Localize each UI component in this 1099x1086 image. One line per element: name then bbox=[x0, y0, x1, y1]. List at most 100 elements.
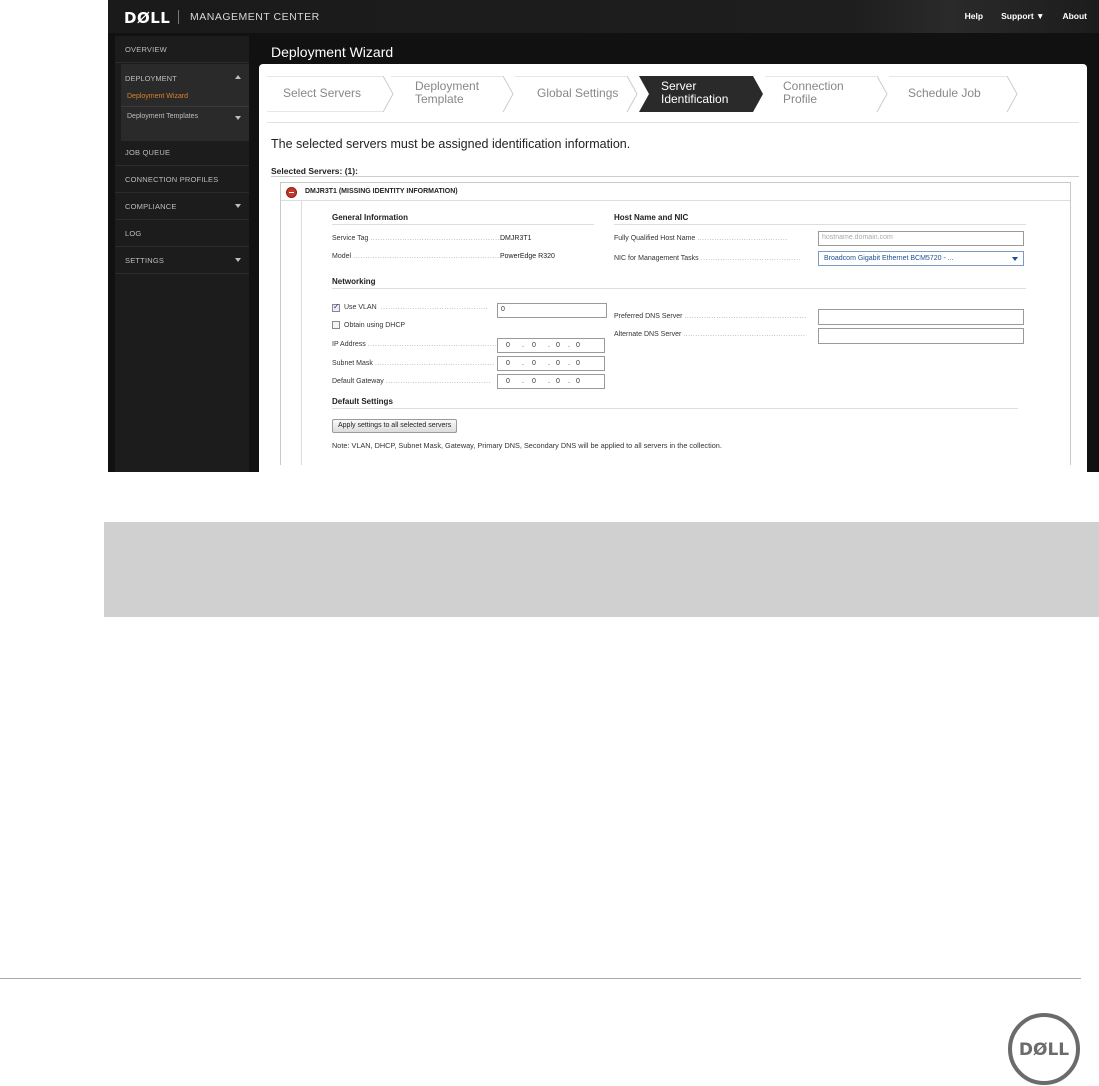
use-vlan-label: Use VLAN ...............................… bbox=[344, 304, 488, 311]
label-text: Default Gateway bbox=[332, 378, 384, 385]
chevron-down-icon bbox=[1012, 257, 1018, 261]
about-link[interactable]: About bbox=[1062, 11, 1087, 21]
ip-octet: 0 bbox=[532, 342, 536, 349]
vlan-input[interactable]: 0 bbox=[497, 303, 607, 318]
ip-octet: 0 bbox=[532, 378, 536, 385]
step-label: Select Servers bbox=[283, 86, 362, 100]
dhcp-checkbox[interactable] bbox=[332, 321, 340, 329]
divider bbox=[332, 224, 594, 225]
apply-settings-button[interactable]: Apply settings to all selected servers bbox=[332, 419, 458, 433]
steps-divider bbox=[267, 122, 1079, 123]
service-tag-label: Service Tag ............................… bbox=[332, 235, 507, 242]
ip-octet: 0 bbox=[576, 360, 580, 367]
ip-octet: 0 bbox=[506, 360, 510, 367]
sidebar-item-label: COMPLIANCE bbox=[125, 202, 177, 211]
collapse-icon[interactable] bbox=[286, 187, 297, 198]
sidebar-item-label: OVERVIEW bbox=[125, 45, 167, 54]
dhcp-label: Obtain using DHCP bbox=[344, 322, 406, 329]
preferred-dns-label: Preferred DNS Server ...................… bbox=[614, 313, 807, 320]
chevron-down-icon bbox=[235, 204, 241, 208]
subnet-mask-label: Subnet Mask ............................… bbox=[332, 360, 495, 367]
leader-dots: ........................................… bbox=[374, 360, 495, 367]
nic-label: NIC for Management Tasks ...............… bbox=[614, 255, 801, 262]
gray-band bbox=[104, 522, 1099, 617]
ip-dot: . bbox=[548, 342, 550, 349]
chevron-down-icon bbox=[235, 258, 241, 262]
sidebar-item-label: CONNECTION PROFILES bbox=[125, 175, 219, 184]
sidebar-item-compliance[interactable]: COMPLIANCE bbox=[115, 193, 249, 220]
label-text: Model bbox=[332, 253, 352, 260]
step-connection-profile[interactable]: Connection Profile bbox=[765, 76, 889, 112]
step-server-identification[interactable]: Server Identification bbox=[639, 76, 765, 112]
sidebar-item-deployment-templates[interactable]: Deployment Templates bbox=[121, 108, 249, 128]
ip-octet: 0 bbox=[556, 342, 560, 349]
sidebar-item-label: DEPLOYMENT bbox=[125, 74, 177, 83]
general-info-heading: General Information bbox=[332, 213, 409, 222]
step-label-line2: Template bbox=[415, 92, 464, 106]
leader-dots: ........................................… bbox=[380, 304, 489, 311]
sidebar-item-job-queue[interactable]: JOB QUEUE bbox=[115, 139, 249, 166]
sidebar-item-settings[interactable]: SETTINGS bbox=[115, 247, 249, 274]
server-panel-header[interactable]: DMJR3T1 (MISSING IDENTITY INFORMATION) bbox=[281, 183, 1070, 201]
service-tag-value: DMJR3T1 bbox=[500, 235, 532, 242]
sidebar-item-label: JOB QUEUE bbox=[125, 148, 171, 157]
leader-dots: ........................................… bbox=[353, 253, 508, 260]
sidebar-item-label: SETTINGS bbox=[125, 256, 165, 265]
dell-logo-icon: DØLL bbox=[1008, 1013, 1080, 1085]
sidebar-item-label: Deployment Templates bbox=[127, 113, 199, 120]
step-deployment-template[interactable]: Deployment Template bbox=[391, 76, 515, 112]
server-panel: DMJR3T1 (MISSING IDENTITY INFORMATION) G… bbox=[280, 182, 1071, 465]
selected-servers-label: Selected Servers: (1): bbox=[271, 166, 358, 176]
intro-text: The selected servers must be assigned id… bbox=[271, 137, 631, 151]
ip-octet: 0 bbox=[506, 378, 510, 385]
ip-octet: 0 bbox=[576, 342, 580, 349]
nic-select[interactable]: Broadcom Gigabit Ethernet BCM5720 - ... bbox=[818, 251, 1024, 266]
logo-text: DØLL bbox=[1019, 1040, 1069, 1060]
ip-octet: 0 bbox=[556, 378, 560, 385]
note-text: Note: VLAN, DHCP, Subnet Mask, Gateway, … bbox=[332, 441, 722, 450]
model-value: PowerEdge R320 bbox=[500, 253, 555, 260]
chevron-down-icon bbox=[235, 116, 241, 120]
step-select-servers[interactable]: Select Servers bbox=[267, 76, 394, 112]
step-label-line1: Deployment bbox=[415, 79, 480, 93]
subnet-mask-input[interactable]: 0. 0. 0. 0 bbox=[497, 356, 605, 371]
use-vlan-checkbox[interactable] bbox=[332, 302, 340, 312]
default-gateway-label: Default Gateway ........................… bbox=[332, 378, 491, 385]
sidebar-item-deployment[interactable]: DEPLOYMENT bbox=[121, 64, 249, 86]
sidebar-item-deployment-wizard[interactable]: Deployment Wizard bbox=[127, 93, 188, 100]
fqhn-input[interactable]: hostname.domain.com bbox=[818, 231, 1024, 246]
ip-dot: . bbox=[568, 360, 570, 367]
leader-dots: ........................................… bbox=[684, 313, 807, 320]
networking-heading: Networking bbox=[332, 277, 376, 286]
step-global-settings[interactable]: Global Settings bbox=[515, 76, 639, 112]
preferred-dns-input[interactable] bbox=[818, 309, 1024, 325]
leader-dots: ..................................... bbox=[697, 235, 788, 242]
label-text: NIC for Management Tasks bbox=[614, 255, 699, 262]
alternate-dns-input[interactable] bbox=[818, 328, 1024, 344]
ip-octet: 0 bbox=[532, 360, 536, 367]
support-menu[interactable]: Support ▼ bbox=[1001, 11, 1044, 21]
ip-dot: . bbox=[548, 360, 550, 367]
step-label-line1: Connection bbox=[783, 79, 844, 93]
sidebar-item-connection-profiles[interactable]: CONNECTION PROFILES bbox=[115, 166, 249, 193]
divider bbox=[0, 978, 1081, 979]
alternate-dns-label: Alternate DNS Server ...................… bbox=[614, 331, 806, 338]
ip-address-input[interactable]: 0. 0. 0. 0 bbox=[497, 338, 605, 353]
ip-dot: . bbox=[548, 378, 550, 385]
divider bbox=[332, 288, 1026, 289]
dell-logo: DØLL bbox=[124, 9, 171, 27]
default-gateway-input[interactable]: 0. 0. 0. 0 bbox=[497, 374, 605, 389]
step-schedule-job[interactable]: Schedule Job bbox=[889, 76, 1019, 112]
ip-dot: . bbox=[568, 378, 570, 385]
ip-octet: 0 bbox=[556, 360, 560, 367]
help-link[interactable]: Help bbox=[965, 11, 983, 21]
host-nic-heading: Host Name and NIC bbox=[614, 213, 689, 222]
sidebar-item-overview[interactable]: OVERVIEW bbox=[115, 36, 249, 63]
ip-dot: . bbox=[568, 342, 570, 349]
ip-octet: 0 bbox=[506, 342, 510, 349]
app-title: MANAGEMENT CENTER bbox=[190, 11, 320, 23]
divider bbox=[121, 106, 249, 107]
ip-dot: . bbox=[522, 378, 524, 385]
sidebar-item-log[interactable]: LOG bbox=[115, 220, 249, 247]
default-settings-heading: Default Settings bbox=[332, 397, 393, 406]
